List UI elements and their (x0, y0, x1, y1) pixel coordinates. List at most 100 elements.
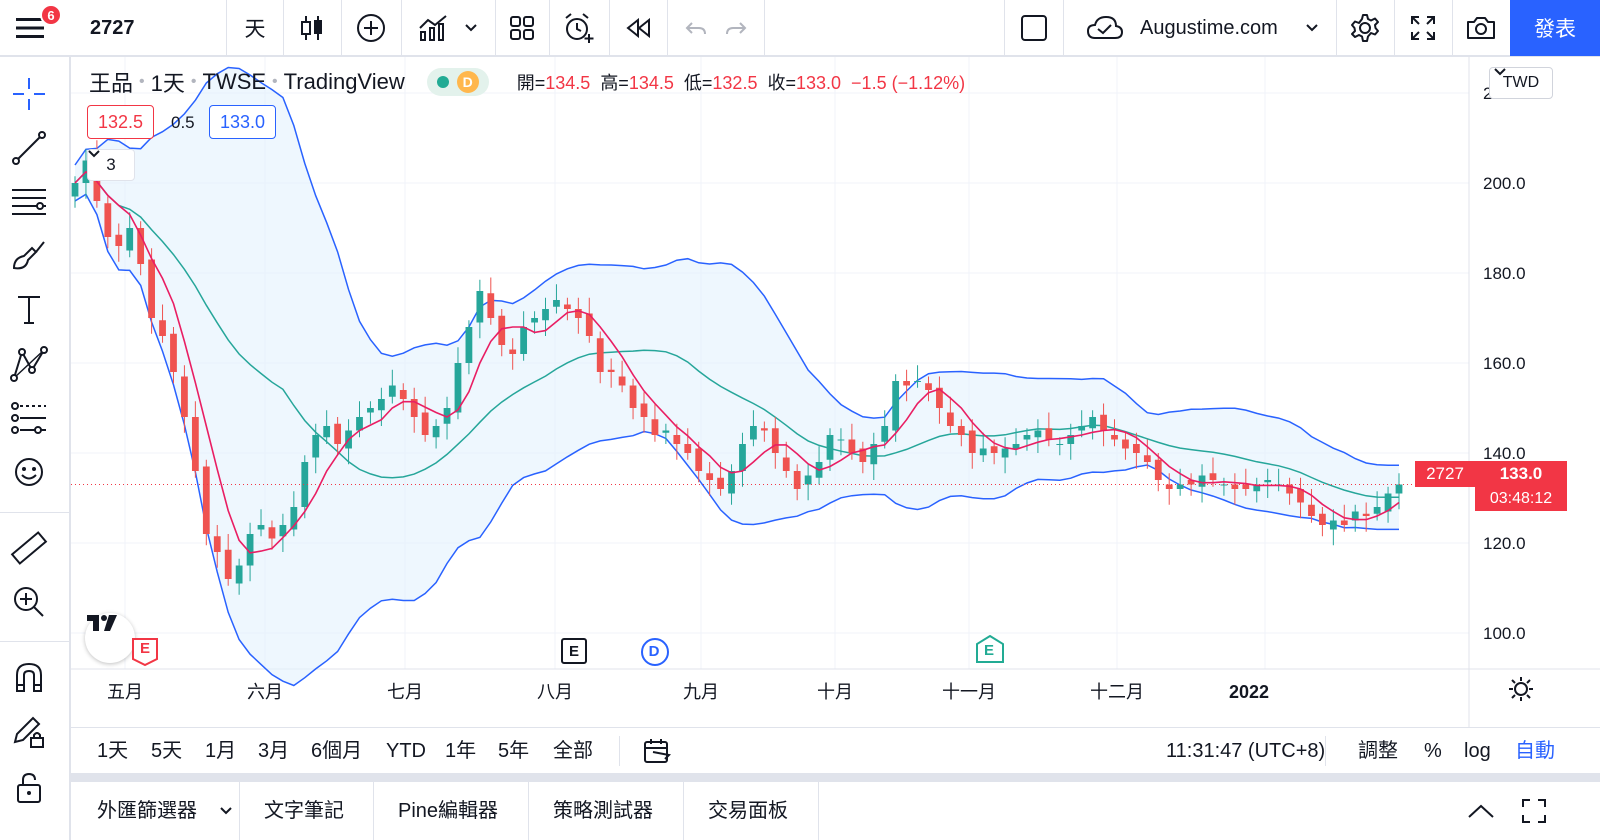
candle-body (1264, 480, 1272, 483)
layout-dropdown[interactable] (1302, 0, 1322, 56)
timezone-clock[interactable]: 11:31:47 (UTC+8) (1166, 728, 1325, 774)
candle-body (323, 426, 331, 438)
alert-button[interactable] (550, 0, 608, 56)
tab-forex-screener[interactable]: 外匯篩選器 (97, 782, 197, 840)
fib-lines-icon (12, 189, 46, 215)
indicators-button[interactable] (402, 0, 494, 56)
publish-button[interactable]: 發表 (1510, 0, 1600, 56)
interval-button[interactable]: 天 (228, 0, 282, 56)
range-ytd[interactable]: YTD (386, 728, 426, 774)
indicators-toggle[interactable]: 3 (87, 149, 135, 181)
tab-pine-editor[interactable]: Pine編輯器 (398, 782, 498, 840)
candle-body (728, 471, 735, 494)
unlock-icon (17, 772, 41, 803)
tab-trading-panel[interactable]: 交易面板 (708, 782, 788, 840)
bollinger-band-fill (75, 67, 1399, 686)
candle-body (881, 426, 889, 442)
candle-body (750, 426, 757, 440)
tradingview-logo[interactable] (85, 613, 135, 663)
bar-countdown: 03:48:12 (1475, 487, 1567, 511)
candle-body (542, 309, 549, 321)
forecast-icon (11, 402, 46, 434)
prediction-tool[interactable] (6, 395, 52, 441)
layout-name[interactable]: Augustime.com (1140, 0, 1278, 56)
candle-body (367, 408, 374, 413)
tab-text-notes[interactable]: 文字筆記 (264, 782, 344, 840)
text-tool[interactable] (6, 287, 52, 333)
log-toggle[interactable]: log (1464, 728, 1491, 774)
range-1m[interactable]: 1月 (205, 728, 236, 774)
candle-body (509, 349, 517, 354)
screener-dropdown[interactable] (219, 782, 233, 840)
time-axis-settings[interactable] (1509, 677, 1539, 707)
brush-tool[interactable] (6, 233, 52, 279)
candle-body (1165, 484, 1173, 489)
candle-body (1045, 428, 1053, 440)
range-6m[interactable]: 6個月 (311, 728, 362, 774)
range-5y[interactable]: 5年 (498, 728, 529, 774)
candle-body (377, 399, 385, 411)
range-1y[interactable]: 1年 (445, 728, 476, 774)
settings-button[interactable] (1337, 0, 1393, 56)
buy-button[interactable]: 133.0 (209, 105, 277, 139)
snapshot-button[interactable] (1453, 0, 1509, 56)
candle-body (695, 448, 703, 471)
pattern-tool[interactable] (6, 341, 52, 387)
candle-body (990, 446, 998, 453)
panel-maximize-button[interactable] (1521, 782, 1547, 840)
panel-collapse-button[interactable] (1467, 782, 1495, 840)
pencil-lock-icon (13, 716, 44, 748)
icons-tool[interactable] (6, 449, 52, 495)
fullscreen-button[interactable] (1395, 0, 1451, 56)
range-1d[interactable]: 1天 (97, 728, 128, 774)
price-chart[interactable]: 220.0200.0180.0160.0140.0120.0100.0五月六月七… (71, 57, 1600, 727)
earnings-marker[interactable]: E (975, 634, 1004, 663)
time-tick-label: 八月 (537, 682, 573, 702)
crosshair-tool[interactable] (6, 71, 52, 117)
symbol-search[interactable]: 2727 (90, 0, 135, 56)
zoom-in-tool[interactable] (6, 579, 52, 625)
chart-area[interactable]: 220.0200.0180.0160.0140.0120.0100.0五月六月七… (71, 57, 1600, 727)
layout-select-button[interactable] (1006, 0, 1062, 56)
currency-select[interactable]: TWD (1489, 67, 1553, 99)
sun-icon (1509, 677, 1533, 701)
sell-button[interactable]: 132.5 (87, 105, 155, 139)
dividend-marker[interactable]: D (640, 637, 669, 666)
range-5d[interactable]: 5天 (151, 728, 182, 774)
chart-type-button[interactable] (284, 0, 340, 56)
auto-scale-toggle[interactable]: 自動 (1515, 728, 1555, 774)
candle-body (487, 293, 495, 318)
alarm-clock-plus-icon (565, 13, 594, 43)
lock-drawing-tool[interactable] (6, 709, 52, 755)
legend-symbol-name[interactable]: 王品 (89, 66, 133, 98)
trendline-tool[interactable] (6, 125, 52, 171)
low-value: 132.5 (712, 73, 758, 93)
percent-toggle[interactable]: % (1424, 728, 1442, 774)
candle-body (1034, 430, 1042, 438)
tab-strategy-tester[interactable]: 策略測試器 (553, 782, 653, 840)
fib-tool[interactable] (6, 179, 52, 225)
earnings-marker[interactable]: E (131, 637, 159, 667)
zoom-in-icon (14, 587, 44, 617)
replay-button[interactable] (610, 0, 666, 56)
dividend-label: D (648, 642, 660, 660)
undo-button[interactable] (676, 0, 716, 56)
adjust-toggle[interactable]: 調整 (1358, 728, 1398, 774)
goto-date-button[interactable] (643, 728, 673, 774)
chart-legend: 王品 • 1天 • TWSE • TradingView D 開=134.5 高… (89, 67, 965, 97)
redo-button[interactable] (716, 0, 756, 56)
candle-body (202, 466, 210, 534)
candle-body (706, 473, 714, 480)
earnings-marker[interactable]: E (560, 637, 588, 665)
candle-body (1231, 484, 1239, 489)
magnet-tool[interactable] (6, 655, 52, 701)
compare-button[interactable] (342, 0, 400, 56)
measure-tool[interactable] (6, 525, 52, 571)
cloud-save-button[interactable] (1070, 0, 1140, 56)
range-all[interactable]: 全部 (553, 728, 593, 774)
market-status[interactable]: D (426, 68, 489, 96)
plus-circle-icon (357, 14, 385, 42)
range-3m[interactable]: 3月 (258, 728, 289, 774)
layout-button[interactable] (496, 0, 548, 56)
lock-tool[interactable] (6, 765, 52, 811)
